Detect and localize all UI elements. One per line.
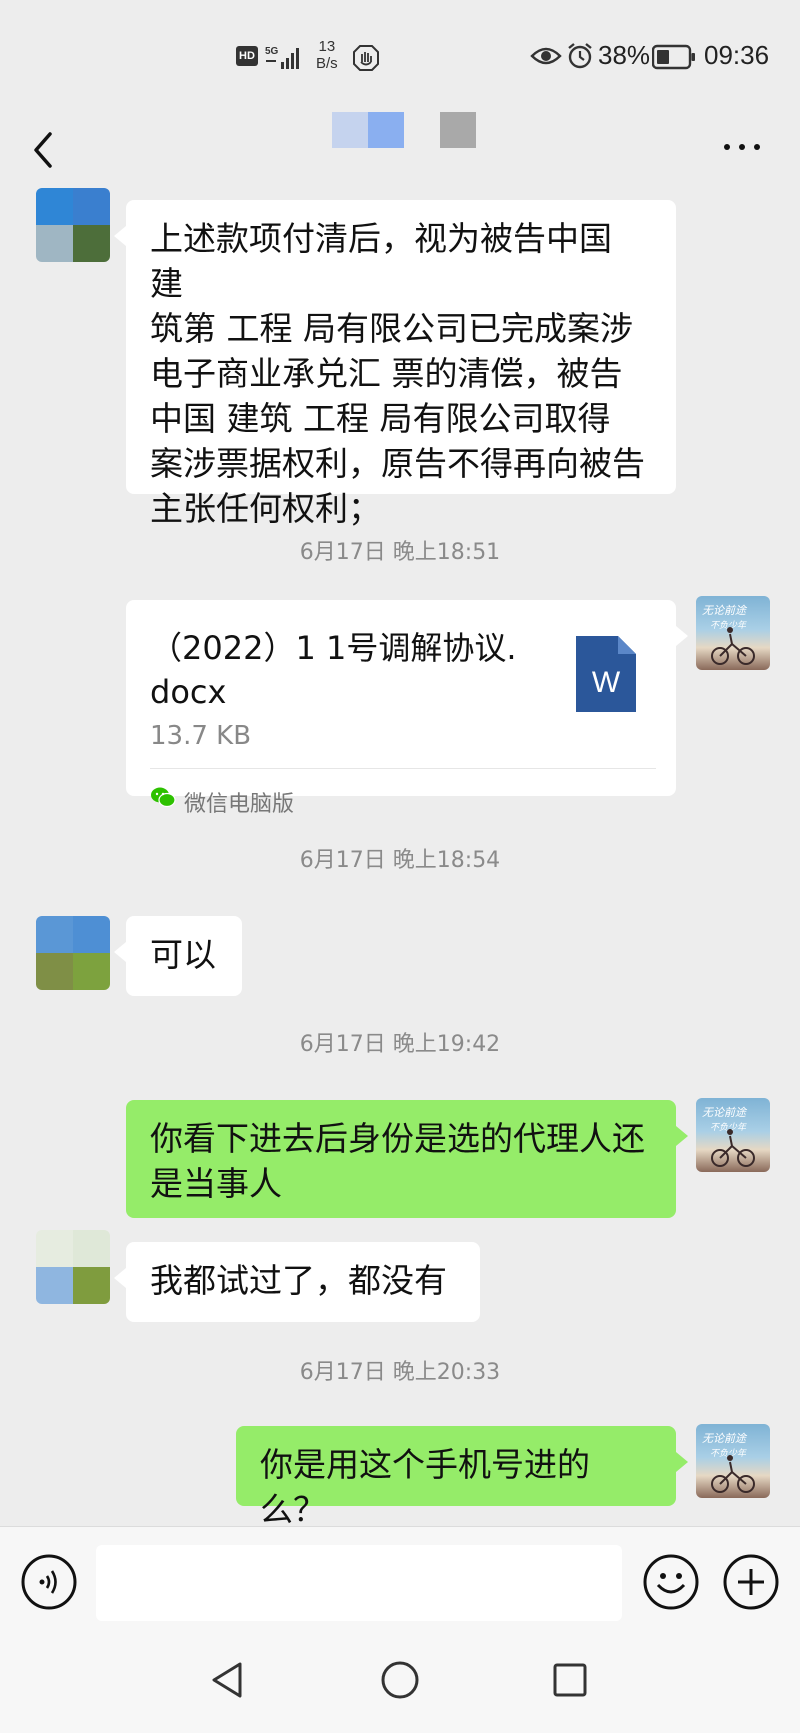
contact-avatar[interactable] bbox=[36, 1230, 110, 1304]
nav-back-icon[interactable] bbox=[206, 1658, 250, 1702]
system-navigation bbox=[0, 1636, 800, 1733]
redacted-block bbox=[368, 112, 404, 148]
received-message[interactable]: 可以 bbox=[114, 916, 242, 996]
divider bbox=[150, 768, 656, 769]
input-bar bbox=[0, 1526, 800, 1636]
hand-icon bbox=[353, 45, 379, 71]
clock: 09:36 bbox=[704, 40, 770, 70]
hd-badge: HD bbox=[236, 46, 258, 66]
battery-percent: 38% bbox=[598, 40, 651, 70]
file-source: 微信电脑版 bbox=[184, 792, 295, 817]
my-avatar[interactable]: 无论前途 不负少年 bbox=[696, 1424, 770, 1498]
word-icon-label: W bbox=[591, 666, 621, 699]
sent-message[interactable]: 你是用这个手机号进的么？ bbox=[236, 1426, 688, 1529]
received-message[interactable]: 我都试过了，都没有 bbox=[114, 1242, 480, 1322]
my-avatar[interactable]: 无论前途 不负少年 bbox=[696, 596, 770, 670]
voice-icon[interactable] bbox=[20, 1553, 78, 1611]
network-speed: 13 B/s bbox=[316, 38, 338, 72]
signal-icon: 5G bbox=[265, 46, 299, 69]
message-list[interactable]: 上述款项付清后，视为被告中国 建 筑第 工程 局有限公司已完成案涉 电子商业承兑… bbox=[0, 180, 800, 1529]
timestamp: 6月17日 晚上20:33 bbox=[299, 1360, 501, 1385]
contact-avatar[interactable] bbox=[36, 916, 110, 990]
battery-icon bbox=[652, 44, 695, 70]
wechat-icon bbox=[151, 787, 176, 808]
message-input[interactable] bbox=[96, 1545, 622, 1621]
timestamp: 6月17日 晚上19:42 bbox=[299, 1032, 501, 1057]
chat-header bbox=[0, 110, 800, 190]
status-bar: HD 5G 13 B/s 38% 09:36 bbox=[0, 0, 800, 110]
speed-unit: B/s bbox=[316, 55, 338, 72]
file-message[interactable]: （2022）1 1号调解协议. docx 13.7 KB W 微信电脑版 bbox=[126, 600, 688, 817]
timestamp: 6月17日 晚上18:54 bbox=[299, 848, 501, 873]
svg-text:无论前途: 无论前途 bbox=[702, 1432, 748, 1445]
svg-text:无论前途: 无论前途 bbox=[702, 604, 748, 617]
chat-title-redacted bbox=[332, 112, 476, 148]
redacted-block bbox=[404, 112, 440, 148]
my-avatar[interactable]: 无论前途 不负少年 bbox=[696, 1098, 770, 1172]
back-arrow-icon[interactable] bbox=[24, 120, 64, 180]
cyclist-avatar-image: 无论前途 不负少年 bbox=[702, 1106, 755, 1167]
more-icon[interactable] bbox=[722, 138, 762, 158]
svg-text:5G: 5G bbox=[265, 46, 279, 57]
plus-icon[interactable] bbox=[722, 1553, 780, 1611]
eye-icon bbox=[530, 47, 562, 65]
received-message[interactable]: 上述款项付清后，视为被告中国 建 筑第 工程 局有限公司已完成案涉 电子商业承兑… bbox=[114, 200, 676, 528]
emoji-icon[interactable] bbox=[642, 1553, 700, 1611]
nav-recent-icon[interactable] bbox=[548, 1658, 592, 1702]
cyclist-avatar-image: 无论前途 不负少年 bbox=[702, 1432, 755, 1493]
contact-avatar[interactable] bbox=[36, 188, 110, 262]
file-name: （2022）1 1号调解协议. docx bbox=[150, 629, 517, 711]
svg-text:无论前途: 无论前途 bbox=[702, 1106, 748, 1119]
redacted-block bbox=[440, 112, 476, 148]
nav-home-icon[interactable] bbox=[378, 1658, 422, 1702]
cyclist-avatar-image: 无论前途 不负少年 bbox=[702, 604, 755, 665]
file-size: 13.7 KB bbox=[150, 721, 252, 751]
sent-message[interactable]: 你看下进去后身份是选的代理人还 是当事人 bbox=[126, 1100, 688, 1218]
alarm-icon bbox=[568, 43, 592, 69]
redacted-block bbox=[332, 112, 368, 148]
timestamp: 6月17日 晚上18:51 bbox=[299, 540, 501, 565]
speed-value: 13 bbox=[318, 38, 336, 55]
